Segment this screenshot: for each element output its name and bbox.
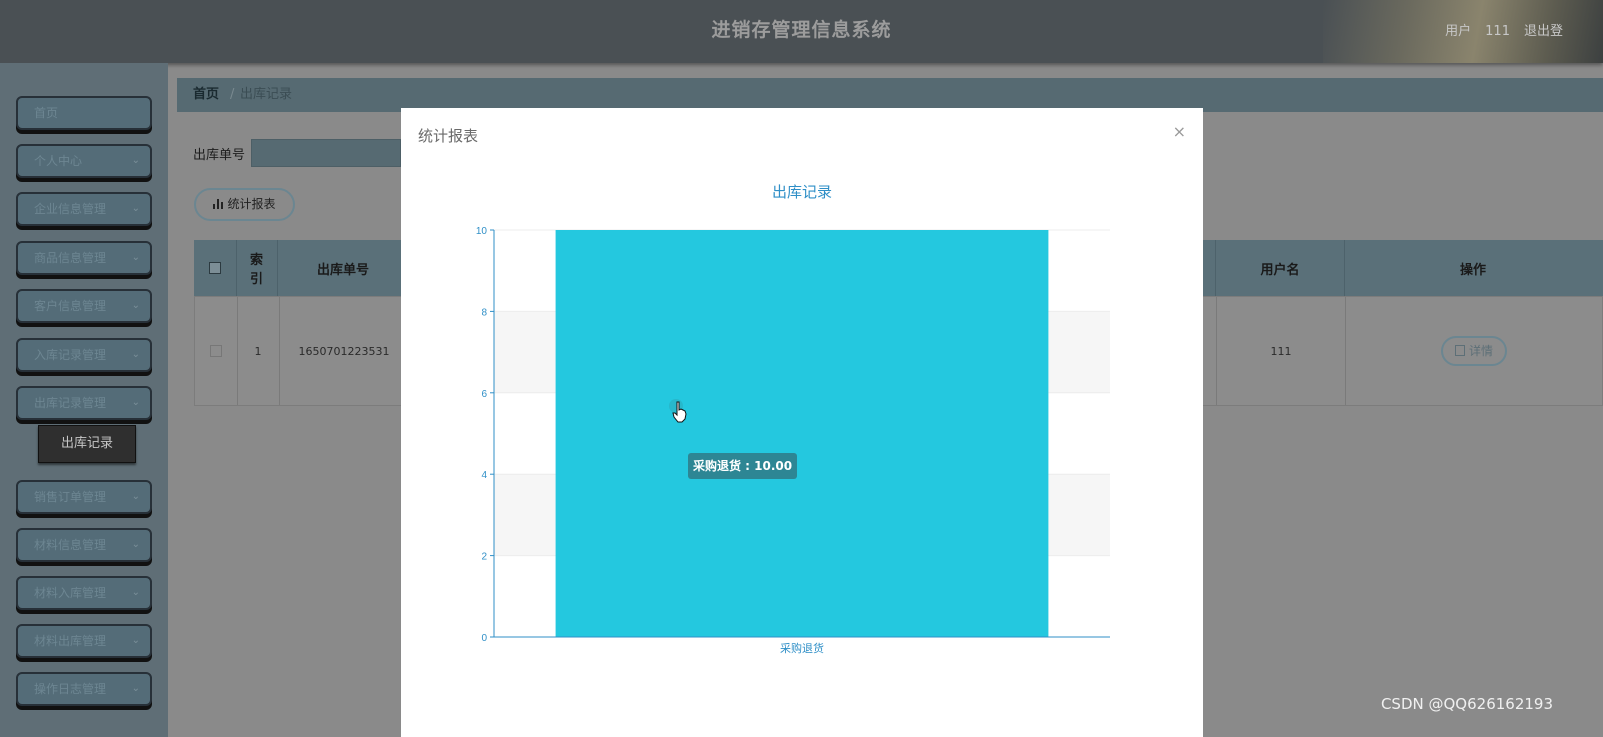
sidebar-item-1[interactable]: 个人中心 ⌄	[16, 144, 152, 178]
top-header: 进销存管理信息系统 用户 111 退出登	[0, 0, 1603, 63]
breadcrumb-separator: /	[230, 87, 235, 102]
row-checkbox[interactable]	[210, 345, 222, 357]
chevron-down-icon: ⌄	[131, 155, 140, 166]
bar	[555, 230, 1049, 637]
chevron-down-icon: ⌄	[131, 252, 140, 263]
sidebar-item-label: 操作日志管理	[34, 682, 107, 696]
sidebar-item-label: 入库记录管理	[34, 348, 107, 362]
sidebar-item-11[interactable]: 操作日志管理 ⌄	[16, 672, 152, 706]
sidebar-item-label: 材料信息管理	[34, 538, 107, 552]
y-tick-label: 4	[481, 470, 487, 481]
chevron-down-icon: ⌄	[131, 587, 140, 598]
user-label: 用户	[1445, 24, 1472, 39]
sidebar-item-3[interactable]: 商品信息管理 ⌄	[16, 241, 152, 275]
bar-chart-icon	[213, 199, 224, 209]
report-modal: 统计报表 × 出库记录 0 2 4 6 8 10 采购退货 采购退货 : 10.00	[401, 108, 1203, 737]
row-username: 111	[1216, 297, 1346, 405]
sidebar-item-label: 首页	[34, 106, 59, 120]
statistics-report-button[interactable]: 统计报表	[194, 188, 295, 221]
sidebar-item-label: 客户信息管理	[34, 299, 107, 313]
sidebar-item-7[interactable]: 销售订单管理 ⌄	[16, 480, 152, 514]
sidebar-item-label: 材料出库管理	[34, 634, 107, 648]
row-index: 1	[237, 297, 280, 405]
chevron-down-icon: ⌄	[131, 203, 140, 214]
detail-label: 详情	[1468, 344, 1493, 358]
y-tick-label: 8	[481, 307, 487, 318]
sidebar-item-9[interactable]: 材料入库管理 ⌄	[16, 576, 152, 610]
sidebar-item-label: 商品信息管理	[34, 251, 107, 265]
y-tick-label: 2	[481, 552, 487, 563]
sidebar-item-4[interactable]: 客户信息管理 ⌄	[16, 289, 152, 323]
hand-cursor-icon	[669, 399, 687, 423]
x-tick-label: 采购退货	[780, 641, 824, 655]
user-area: 用户 111 退出登	[1445, 20, 1563, 39]
y-tick-label: 10	[476, 226, 488, 237]
sidebar-item-2[interactable]: 企业信息管理 ⌄	[16, 192, 152, 226]
detail-icon	[1454, 345, 1465, 356]
order-no-search-input[interactable]	[251, 139, 401, 167]
sidebar-subitem-outbound-record[interactable]: 出库记录	[38, 425, 136, 463]
sidebar-item-label: 企业信息管理	[34, 202, 107, 216]
col-index: 索引	[236, 240, 278, 296]
row-action-cell: 详情	[1344, 297, 1603, 405]
sidebar-item-label: 销售订单管理	[34, 490, 107, 504]
y-tick-label: 6	[481, 389, 487, 400]
sidebar-item-label: 个人中心	[34, 154, 83, 168]
chevron-down-icon: ⌄	[131, 635, 140, 646]
sidebar-item-5[interactable]: 入库记录管理 ⌄	[16, 338, 152, 372]
sidebar-item-8[interactable]: 材料信息管理 ⌄	[16, 528, 152, 562]
chevron-down-icon: ⌄	[131, 397, 140, 408]
col-action: 操作	[1459, 262, 1486, 278]
row-select-cell	[195, 297, 238, 405]
breadcrumb-home[interactable]: 首页	[193, 78, 219, 112]
chevron-down-icon: ⌄	[131, 349, 140, 360]
system-title: 进销存管理信息系统	[711, 19, 892, 41]
row-order-no: 1650701223531	[279, 297, 410, 405]
statistics-report-label: 统计报表	[227, 197, 276, 211]
sidebar-item-label: 出库记录管理	[34, 396, 107, 410]
breadcrumb-current: 出库记录	[240, 87, 293, 102]
chevron-down-icon: ⌄	[131, 683, 140, 694]
select-all-cell	[194, 240, 237, 296]
sidebar-item-0[interactable]: 首页	[16, 96, 152, 130]
chevron-down-icon: ⌄	[131, 491, 140, 502]
search-label: 出库单号	[193, 148, 246, 163]
sidebar-item-label: 材料入库管理	[34, 586, 107, 600]
user-name: 111	[1485, 24, 1510, 39]
sidebar-item-10[interactable]: 材料出库管理 ⌄	[16, 624, 152, 658]
chevron-down-icon: ⌄	[131, 539, 140, 550]
chart-tooltip: 采购退货 : 10.00	[688, 453, 798, 479]
detail-button[interactable]: 详情	[1441, 336, 1507, 366]
y-tick-label: 0	[481, 633, 487, 644]
chevron-down-icon: ⌄	[131, 300, 140, 311]
logout-link[interactable]: 退出登	[1524, 24, 1563, 39]
bar-chart: 0 2 4 6 8 10 采购退货	[476, 226, 1110, 655]
sidebar-item-6[interactable]: 出库记录管理 ⌄	[16, 386, 152, 420]
watermark: CSDN @QQ626162193	[1380, 695, 1553, 713]
select-all-checkbox[interactable]	[209, 262, 221, 274]
col-username: 用户名	[1215, 240, 1345, 296]
col-order-no: 出库单号	[278, 240, 409, 296]
breadcrumb: 首页 / 出库记录	[177, 78, 1603, 112]
